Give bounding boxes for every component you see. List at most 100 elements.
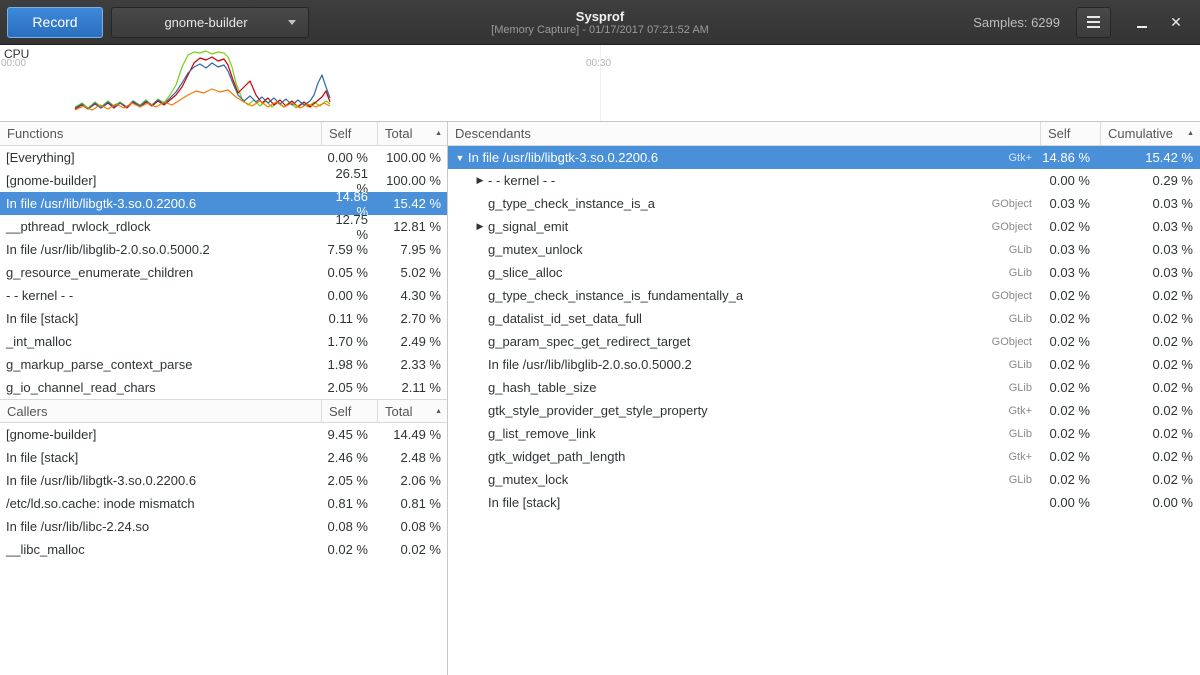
tree-name-cell: ▼In file /usr/lib/libgtk-3.so.0.2200.6 — [448, 150, 976, 165]
function-name: In file /usr/lib/libc-2.24.so — [0, 519, 321, 534]
self-percent: 0.05 % — [321, 265, 377, 280]
total-percent: 0.08 % — [377, 519, 447, 534]
self-percent: 1.70 % — [321, 334, 377, 349]
main-area: Functions Self Total ▲ [Everything]0.00 … — [0, 122, 1200, 675]
self-percent: 0.03 % — [1040, 196, 1100, 211]
table-row[interactable]: g_io_channel_read_chars2.05 %2.11 % — [0, 376, 447, 399]
cpu-graph-area[interactable]: CPU 00:00 00:30 — [0, 45, 1200, 122]
function-name: g_resource_enumerate_children — [0, 265, 321, 280]
self-percent: 0.03 % — [1040, 242, 1100, 257]
callers-self-column-header[interactable]: Self — [321, 400, 377, 422]
table-row[interactable]: In file /usr/lib/libglib-2.0.so.0.5000.2… — [0, 238, 447, 261]
function-name: In file /usr/lib/libgtk-3.so.0.2200.6 — [0, 196, 321, 211]
close-button[interactable]: ✕ — [1159, 7, 1193, 38]
self-percent: 0.03 % — [1040, 265, 1100, 280]
functions-self-column-header[interactable]: Self — [321, 122, 377, 145]
table-row[interactable]: g_markup_parse_context_parse1.98 %2.33 % — [0, 353, 447, 376]
functions-total-label: Total — [385, 126, 412, 141]
cumulative-percent: 0.02 % — [1100, 472, 1200, 487]
total-percent: 12.81 % — [377, 219, 447, 234]
descendants-self-column-header[interactable]: Self — [1040, 122, 1100, 145]
tree-row[interactable]: g_param_spec_get_redirect_target GObject 0… — [448, 330, 1200, 353]
cumulative-percent: 0.02 % — [1100, 380, 1200, 395]
menu-button[interactable] — [1076, 7, 1111, 38]
tree-name-cell: g_mutex_unlock — [448, 242, 976, 257]
cumulative-percent: 0.03 % — [1100, 265, 1200, 280]
tree-row[interactable]: g_slice_allocGLib0.03 %0.03 % — [448, 261, 1200, 284]
tree-row[interactable]: ▼In file /usr/lib/libgtk-3.so.0.2200.6Gt… — [448, 146, 1200, 169]
tree-row[interactable]: g_hash_table_sizeGLib0.02 %0.02 % — [448, 376, 1200, 399]
cumulative-percent: 0.03 % — [1100, 219, 1200, 234]
library-tag: GObject — [976, 336, 1040, 348]
tree-row[interactable]: In file /usr/lib/libglib-2.0.so.0.5000.2… — [448, 353, 1200, 376]
descendants-pane: Descendants Self Cumulative ▲ ▼In file /… — [448, 122, 1200, 675]
function-name: In file /usr/lib/libglib-2.0.so.0.5000.2 — [488, 357, 692, 372]
table-row[interactable]: __libc_malloc0.02 %0.02 % — [0, 538, 447, 561]
function-name: g_type_check_instance_is_fundamentally_a — [488, 288, 743, 303]
library-tag: GLib — [976, 267, 1040, 279]
callers-total-column-header[interactable]: Total ▲ — [377, 400, 447, 422]
table-row[interactable]: g_resource_enumerate_children0.05 %5.02 … — [0, 261, 447, 284]
descendants-column-header[interactable]: Descendants — [448, 122, 1040, 145]
table-row[interactable]: [gnome-builder]9.45 %14.49 % — [0, 423, 447, 446]
time-label-mid: 00:30 — [586, 58, 611, 69]
functions-column-header[interactable]: Functions — [0, 122, 321, 145]
tree-row[interactable]: g_list_remove_linkGLib0.02 %0.02 % — [448, 422, 1200, 445]
descendants-cumulative-label: Cumulative — [1108, 126, 1173, 141]
cumulative-percent: 0.02 % — [1100, 426, 1200, 441]
sort-indicator-icon: ▲ — [435, 408, 442, 415]
samples-count: Samples: 6299 — [973, 15, 1060, 30]
cumulative-percent: 0.29 % — [1100, 173, 1200, 188]
table-row[interactable]: __pthread_rwlock_rdlock12.75 %12.81 % — [0, 215, 447, 238]
table-row[interactable]: In file [stack]0.11 %2.70 % — [0, 307, 447, 330]
tree-row[interactable]: g_datalist_id_set_data_fullGLib0.02 %0.0… — [448, 307, 1200, 330]
library-tag: GLib — [976, 244, 1040, 256]
tree-row[interactable]: g_mutex_lockGLib0.02 %0.02 % — [448, 468, 1200, 491]
tree-row[interactable]: gtk_style_provider_get_style_propertyGtk… — [448, 399, 1200, 422]
self-percent: 0.02 % — [1040, 288, 1100, 303]
table-row[interactable]: _int_malloc1.70 %2.49 % — [0, 330, 447, 353]
table-row[interactable]: In file /usr/lib/libgtk-3.so.0.2200.62.0… — [0, 469, 447, 492]
app-title: Sysprof — [576, 9, 624, 24]
tree-row[interactable]: ▶g_signal_emitGObject0.02 %0.03 % — [448, 215, 1200, 238]
self-percent: 12.75 % — [321, 212, 377, 242]
expander-closed-icon[interactable]: ▶ — [472, 175, 488, 186]
table-row[interactable]: [Everything]0.00 %100.00 % — [0, 146, 447, 169]
library-tag: GLib — [976, 359, 1040, 371]
headerbar-right-group: Samples: 6299 ✕ — [973, 7, 1193, 38]
library-tag: GLib — [976, 382, 1040, 394]
self-percent: 2.05 % — [321, 473, 377, 488]
table-row[interactable]: In file /usr/lib/libc-2.24.so0.08 %0.08 … — [0, 515, 447, 538]
tree-row[interactable]: g_type_check_instance_is_fundamentally_a… — [448, 284, 1200, 307]
total-percent: 100.00 % — [377, 150, 447, 165]
expander-closed-icon[interactable]: ▶ — [472, 221, 488, 232]
tree-row[interactable]: In file [stack]0.00 %0.00 % — [448, 491, 1200, 514]
record-button[interactable]: Record — [7, 7, 103, 38]
close-icon: ✕ — [1170, 15, 1182, 29]
cpu-graph — [0, 45, 1200, 121]
tree-row[interactable]: ▶- - kernel - -0.00 %0.29 % — [448, 169, 1200, 192]
self-percent: 0.81 % — [321, 496, 377, 511]
table-row[interactable]: [gnome-builder]26.51 %100.00 % — [0, 169, 447, 192]
function-name: In file [stack] — [0, 450, 321, 465]
tree-row[interactable]: g_mutex_unlockGLib0.03 %0.03 % — [448, 238, 1200, 261]
minimize-button[interactable] — [1125, 7, 1159, 38]
cumulative-percent: 0.02 % — [1100, 334, 1200, 349]
table-row[interactable]: In file [stack]2.46 %2.48 % — [0, 446, 447, 469]
expander-open-icon[interactable]: ▼ — [452, 153, 468, 163]
tree-row[interactable]: g_type_check_instance_is_aGObject0.03 %0… — [448, 192, 1200, 215]
function-name: gtk_style_provider_get_style_property — [488, 403, 708, 418]
function-name: g_mutex_lock — [488, 472, 568, 487]
tree-row[interactable]: gtk_widget_path_lengthGtk+0.02 %0.02 % — [448, 445, 1200, 468]
function-name: - - kernel - - — [0, 288, 321, 303]
target-dropdown[interactable]: gnome-builder — [111, 7, 309, 38]
descendants-cumulative-column-header[interactable]: Cumulative ▲ — [1100, 122, 1200, 145]
functions-total-column-header[interactable]: Total ▲ — [377, 122, 447, 145]
callers-column-header[interactable]: Callers — [0, 400, 321, 422]
table-row[interactable]: - - kernel - -0.00 %4.30 % — [0, 284, 447, 307]
table-row[interactable]: In file /usr/lib/libgtk-3.so.0.2200.614.… — [0, 192, 447, 215]
functions-table-header: Functions Self Total ▲ — [0, 122, 447, 146]
tree-name-cell: g_type_check_instance_is_a — [448, 196, 976, 211]
function-name: g_param_spec_get_redirect_target — [488, 334, 690, 349]
table-row[interactable]: /etc/ld.so.cache: inode mismatch0.81 %0.… — [0, 492, 447, 515]
